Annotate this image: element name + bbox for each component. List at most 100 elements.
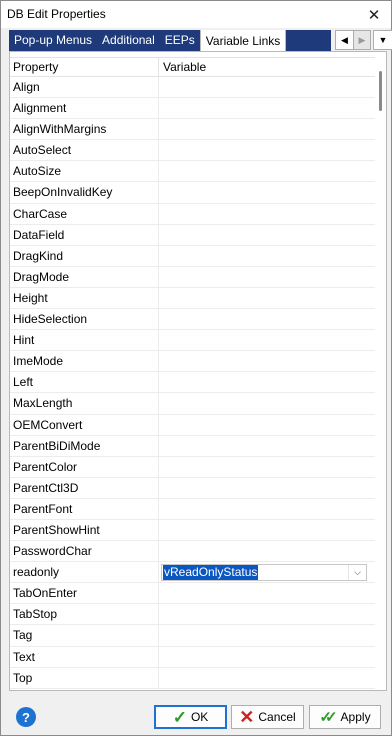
variable-cell[interactable] bbox=[159, 625, 375, 645]
variable-cell[interactable] bbox=[159, 351, 375, 371]
property-name-cell: ParentShowHint bbox=[10, 519, 159, 541]
close-button[interactable]: ✕ bbox=[357, 1, 391, 28]
help-button[interactable]: ? bbox=[16, 707, 36, 727]
variable-value-selected[interactable]: vReadOnlyStatus bbox=[163, 565, 259, 581]
table-row[interactable]: TabStop bbox=[10, 604, 375, 626]
variable-cell[interactable] bbox=[159, 393, 375, 413]
property-grid: Align Alignment AlignWithMargins AutoSelect… bbox=[10, 77, 375, 689]
table-row[interactable]: DragKind bbox=[10, 245, 375, 267]
table-row[interactable]: BeepOnInvalidKey bbox=[10, 182, 375, 204]
variable-cell[interactable] bbox=[159, 98, 375, 118]
variable-cell[interactable]: vReadOnlyStatus ⌵ bbox=[159, 562, 375, 582]
variable-cell[interactable] bbox=[159, 478, 375, 498]
title-bar: DB Edit Properties ✕ bbox=[1, 1, 391, 28]
variable-cell[interactable] bbox=[159, 288, 375, 308]
variable-cell[interactable] bbox=[159, 225, 375, 245]
tab-additional[interactable]: Additional bbox=[97, 30, 160, 51]
variable-cell[interactable] bbox=[159, 457, 375, 477]
cancel-label: Cancel bbox=[258, 710, 296, 724]
variable-combobox[interactable]: vReadOnlyStatus ⌵ bbox=[161, 564, 367, 582]
table-row[interactable]: Hint bbox=[10, 330, 375, 352]
table-row[interactable]: MaxLength bbox=[10, 393, 375, 415]
variable-cell[interactable] bbox=[159, 77, 375, 97]
tab-variable-links[interactable]: Variable Links bbox=[199, 30, 287, 51]
tab-scroll-left-button[interactable]: ◀ bbox=[336, 31, 353, 49]
variable-cell[interactable] bbox=[159, 182, 375, 202]
variable-cell[interactable] bbox=[159, 161, 375, 181]
vertical-scrollbar[interactable] bbox=[376, 57, 386, 689]
variable-links-panel: Property Variable Align Alignment AlignWit… bbox=[9, 51, 387, 691]
variable-cell[interactable] bbox=[159, 372, 375, 392]
variable-cell[interactable] bbox=[159, 246, 375, 266]
property-name-cell: Align bbox=[10, 77, 159, 98]
variable-cell[interactable] bbox=[159, 668, 375, 688]
apply-button[interactable]: ✓✓ Apply bbox=[309, 705, 381, 729]
property-name-cell: AlignWithMargins bbox=[10, 119, 159, 140]
tab-scroll-right-button[interactable]: ▶ bbox=[353, 31, 370, 49]
variable-cell[interactable] bbox=[159, 499, 375, 519]
property-name-cell: DragMode bbox=[10, 266, 159, 287]
arrow-left-icon: ◀ bbox=[341, 34, 348, 45]
double-check-icon: ✓✓ bbox=[319, 708, 337, 726]
table-row[interactable]: CharCase bbox=[10, 203, 375, 225]
column-header-variable[interactable]: Variable bbox=[159, 58, 375, 76]
table-row[interactable]: ParentFont bbox=[10, 498, 375, 520]
variable-cell[interactable] bbox=[159, 436, 375, 456]
tab-pop-up-menus[interactable]: Pop-up Menus bbox=[9, 30, 97, 51]
property-name-cell: Hint bbox=[10, 330, 159, 351]
property-name-cell: Text bbox=[10, 646, 159, 667]
table-row[interactable]: Text bbox=[10, 646, 375, 668]
tab-list-dropdown[interactable]: ▼ bbox=[373, 30, 392, 50]
table-row[interactable]: ParentBiDiMode bbox=[10, 435, 375, 457]
tab-eeps[interactable]: EEPs bbox=[160, 30, 200, 51]
variable-cell[interactable] bbox=[159, 541, 375, 561]
variable-cell[interactable] bbox=[159, 204, 375, 224]
table-row[interactable]: OEMConvert bbox=[10, 414, 375, 436]
cancel-button[interactable]: ✕ Cancel bbox=[231, 705, 304, 729]
variable-cell[interactable] bbox=[159, 309, 375, 329]
property-name-cell: AutoSize bbox=[10, 161, 159, 182]
check-icon: ✓ bbox=[172, 707, 187, 727]
variable-cell[interactable] bbox=[159, 647, 375, 667]
table-row[interactable]: ParentShowHint bbox=[10, 519, 375, 542]
property-name-cell: TabStop bbox=[10, 604, 159, 625]
variable-cell[interactable] bbox=[159, 415, 375, 435]
table-row[interactable]: ParentCtl3D bbox=[10, 477, 375, 499]
table-row[interactable]: Top bbox=[10, 667, 375, 689]
variable-cell[interactable] bbox=[159, 119, 375, 139]
table-row[interactable]: readonly vReadOnlyStatus ⌵ bbox=[10, 562, 375, 584]
property-name-cell: PasswordChar bbox=[10, 541, 159, 562]
variable-cell[interactable] bbox=[159, 583, 375, 603]
property-name-cell: AutoSelect bbox=[10, 140, 159, 161]
table-row[interactable]: ImeMode bbox=[10, 351, 375, 373]
table-row[interactable]: Align bbox=[10, 77, 375, 99]
variable-cell[interactable] bbox=[159, 140, 375, 160]
chevron-down-icon[interactable]: ⌵ bbox=[348, 565, 366, 581]
arrow-right-icon: ▶ bbox=[358, 34, 366, 45]
scrollbar-thumb[interactable] bbox=[379, 71, 382, 111]
property-name-cell: MaxLength bbox=[10, 393, 159, 414]
variable-cell[interactable] bbox=[159, 520, 375, 540]
property-name-cell: readonly bbox=[10, 562, 159, 583]
table-row[interactable]: HideSelection bbox=[10, 309, 375, 331]
table-row[interactable]: ParentColor bbox=[10, 456, 375, 478]
table-row[interactable]: Left bbox=[10, 372, 375, 394]
table-row[interactable]: Height bbox=[10, 287, 375, 310]
table-row[interactable]: DataField bbox=[10, 224, 375, 246]
tab-bar: Pop-up Menus Additional EEPs Variable Links… bbox=[9, 28, 392, 51]
variable-cell[interactable] bbox=[159, 267, 375, 287]
table-row[interactable]: AutoSize bbox=[10, 161, 375, 183]
column-header-property[interactable]: Property bbox=[10, 58, 159, 76]
table-row[interactable]: PasswordChar bbox=[10, 541, 375, 563]
variable-cell[interactable] bbox=[159, 330, 375, 350]
property-name-cell: DataField bbox=[10, 224, 159, 245]
ok-button[interactable]: ✓ OK bbox=[154, 705, 227, 729]
property-name-cell: Alignment bbox=[10, 98, 159, 119]
table-row[interactable]: Tag bbox=[10, 625, 375, 647]
table-row[interactable]: AlignWithMargins bbox=[10, 119, 375, 141]
table-row[interactable]: Alignment bbox=[10, 98, 375, 120]
table-row[interactable]: TabOnEnter bbox=[10, 583, 375, 605]
variable-cell[interactable] bbox=[159, 604, 375, 624]
table-row[interactable]: DragMode bbox=[10, 266, 375, 288]
table-row[interactable]: AutoSelect bbox=[10, 140, 375, 162]
